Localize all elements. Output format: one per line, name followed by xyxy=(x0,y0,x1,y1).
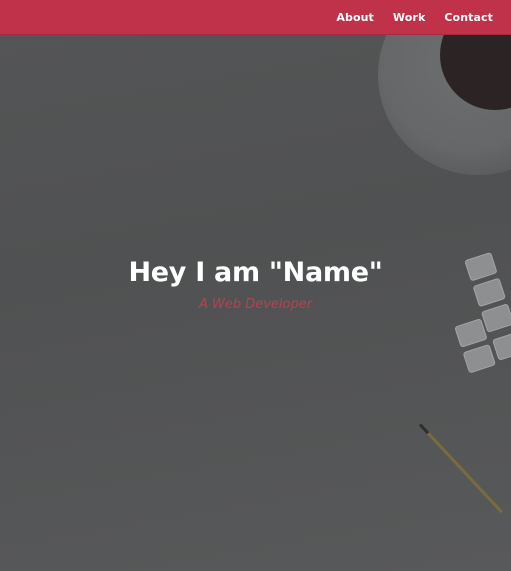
hero-subtitle: A Web Developer xyxy=(198,297,313,312)
hero-title: Hey I am "Name" xyxy=(128,257,383,288)
nav-menu: About Work Contact xyxy=(336,0,493,35)
pen-image xyxy=(418,423,503,514)
keyboard-key xyxy=(492,331,511,361)
nav-link-work[interactable]: Work xyxy=(393,11,425,24)
keyboard-key xyxy=(462,343,496,374)
nav-link-contact[interactable]: Contact xyxy=(444,11,493,24)
nav-link-about[interactable]: About xyxy=(336,11,374,24)
navbar: About Work Contact xyxy=(0,0,511,35)
hero-section: Hey I am "Name" A Web Developer xyxy=(0,35,511,571)
keyboard-key xyxy=(454,318,488,348)
